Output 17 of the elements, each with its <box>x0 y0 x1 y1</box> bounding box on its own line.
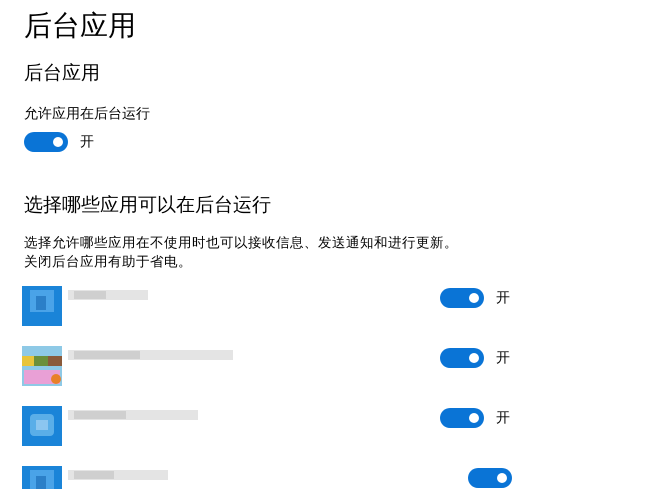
app-icon <box>22 346 62 386</box>
toggle-state: 开 <box>80 133 94 151</box>
toggle-label: 允许应用在后台运行 <box>24 105 150 124</box>
app-icon <box>22 406 62 446</box>
toggle-state: 开 <box>496 349 511 367</box>
toggle-switch[interactable] <box>440 288 484 308</box>
toggle-state: 开 <box>496 409 511 427</box>
page-title: 后台应用 <box>24 8 136 44</box>
toggle-switch[interactable] <box>440 408 484 428</box>
app-icon <box>22 286 62 326</box>
toggle-state: 开 <box>496 289 511 307</box>
description: 选择允许哪些应用在不使用时也可以接收信息、发送通知和进行更新。关闭后台应用有助于省电。 <box>24 234 459 272</box>
toggle-switch[interactable] <box>440 348 484 368</box>
toggle-switch[interactable] <box>468 468 512 488</box>
section-title: 选择哪些应用可以在后台运行 <box>24 193 271 218</box>
section-title: 后台应用 <box>24 61 100 86</box>
toggle-switch[interactable] <box>24 132 68 152</box>
